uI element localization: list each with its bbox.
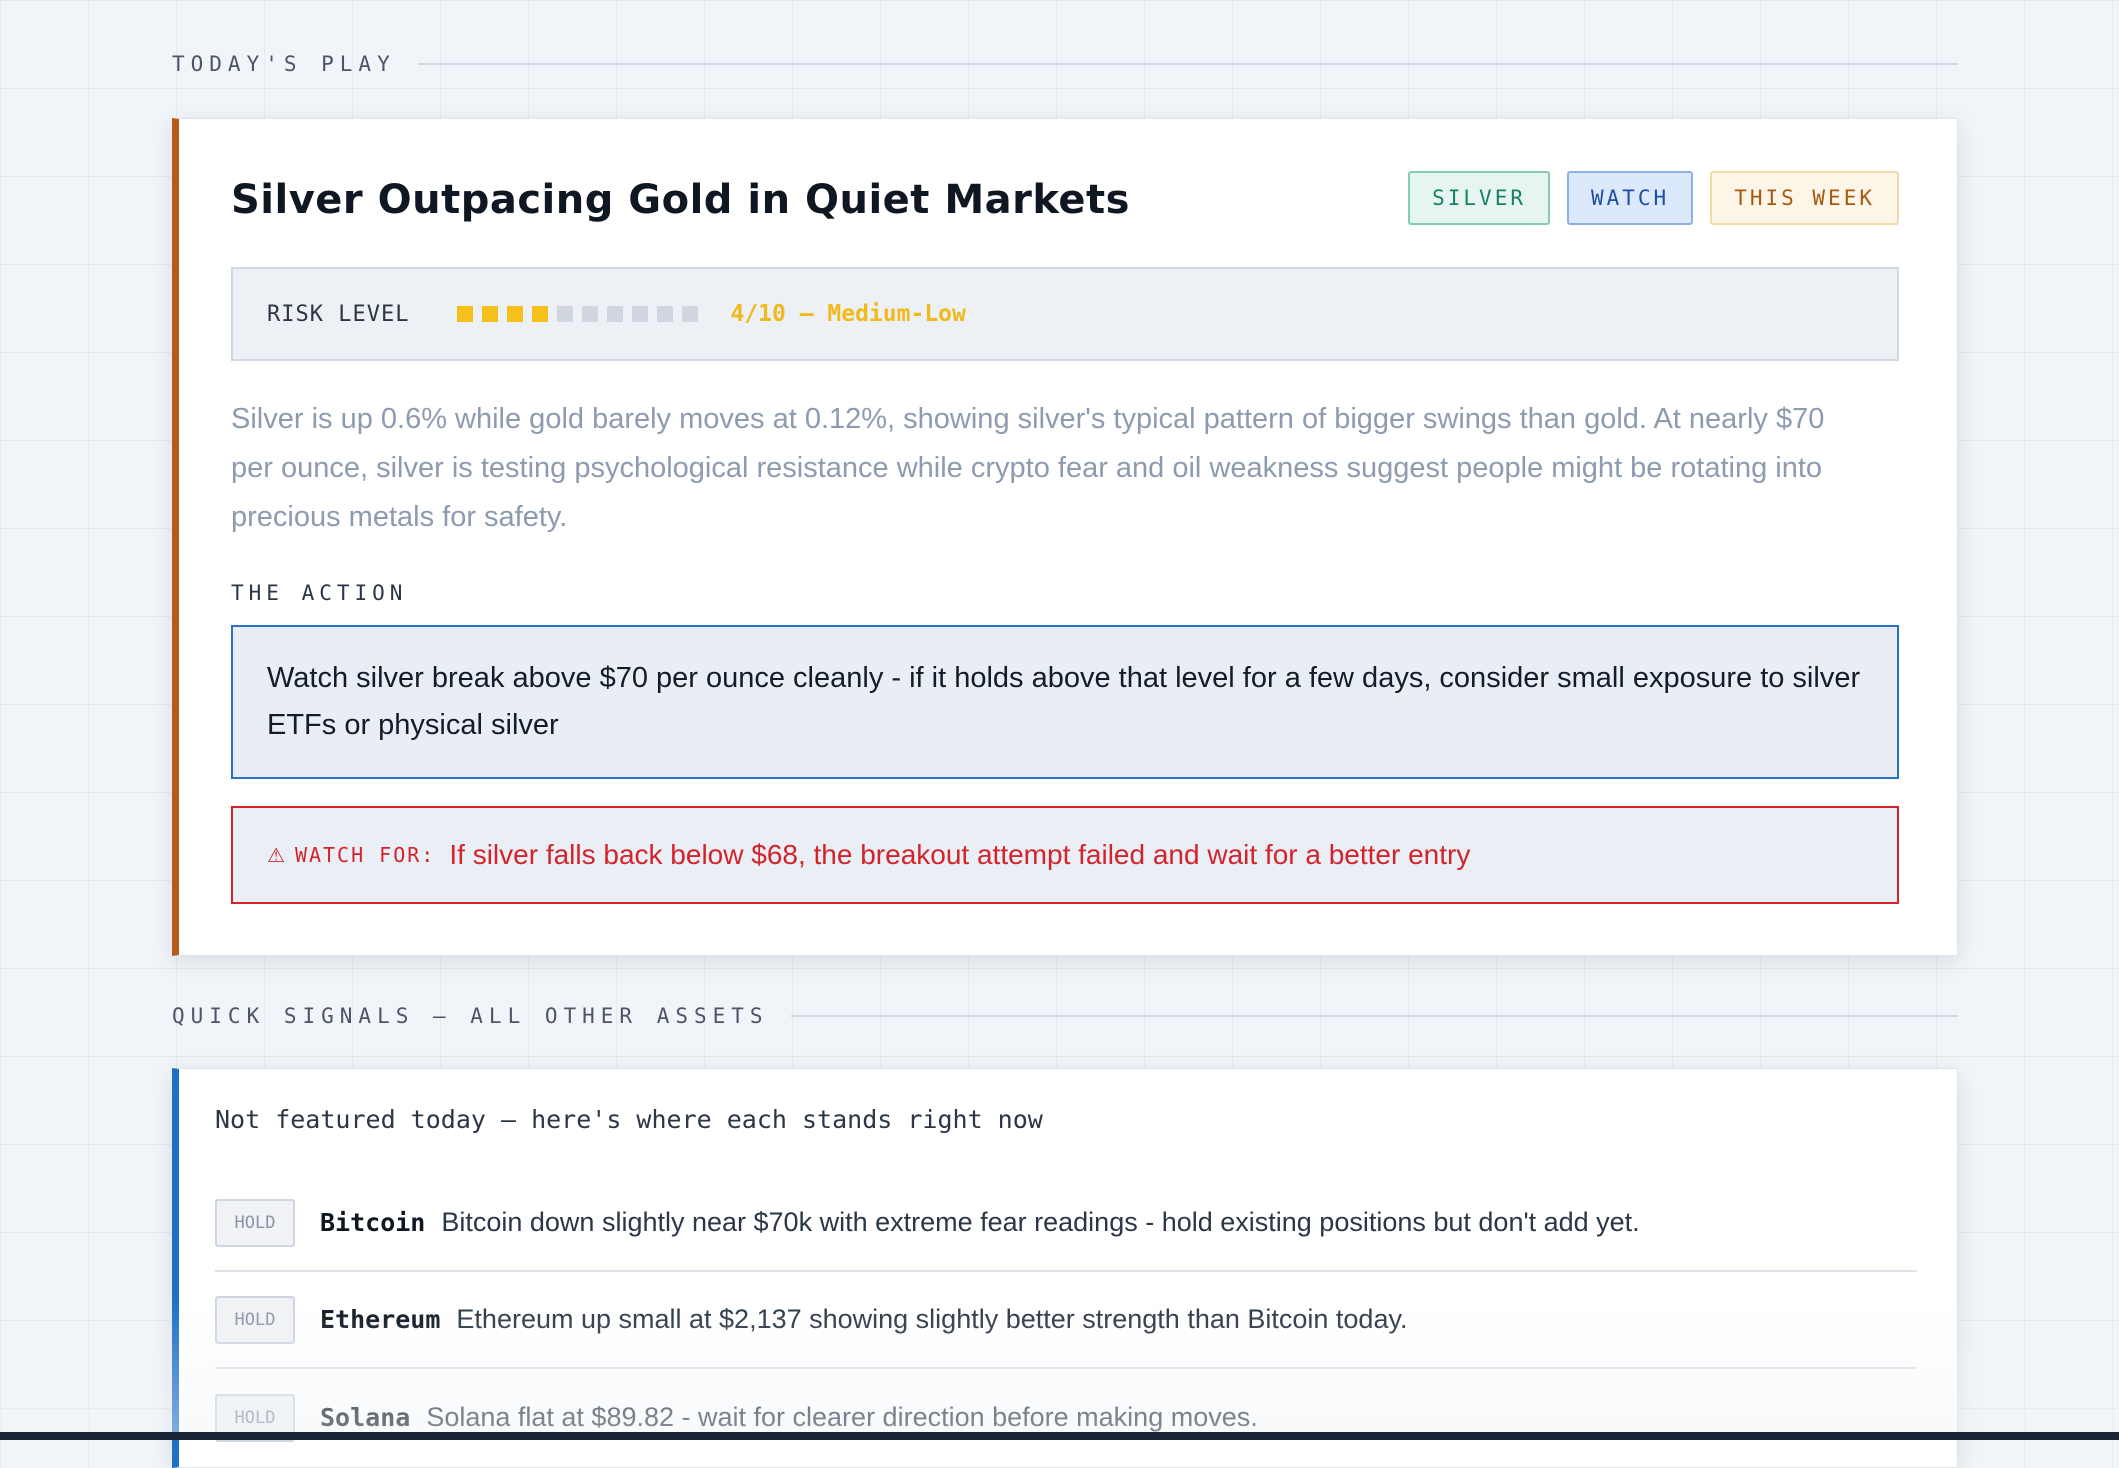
section-divider (417, 63, 1958, 65)
signals-intro: Not featured today — here's where each s… (215, 1105, 1043, 1134)
section-label-todays-play: TODAY'S PLAY (172, 52, 1958, 76)
section-label-text: TODAY'S PLAY (172, 52, 396, 76)
warning-icon: ⚠ (267, 843, 285, 867)
quick-signals-card: Not featured today — here's where each s… (172, 1068, 1958, 1468)
risk-segment-filled (457, 306, 474, 322)
action-box: Watch silver break above $70 per ounce c… (231, 625, 1899, 779)
tag-stance: WATCH (1566, 171, 1694, 225)
signals-list: HOLD Bitcoin Bitcoin down slightly near … (215, 1175, 1917, 1466)
watch-for-text: If silver falls back below $68, the brea… (449, 839, 1471, 870)
section-label-text: QUICK SIGNALS — ALL OTHER ASSETS (172, 1004, 769, 1028)
tag-timeframe: THIS WEEK (1710, 171, 1899, 225)
section-label-quick-signals: QUICK SIGNALS — ALL OTHER ASSETS (172, 1004, 1958, 1028)
risk-level-panel: RISK LEVEL 4/10 — Medium-Low (231, 267, 1899, 361)
signal-text: Ethereum up small at $2,137 showing slig… (456, 1304, 1408, 1334)
risk-segment-empty (657, 306, 674, 322)
section-divider (790, 1015, 1958, 1017)
risk-segment-filled (482, 306, 499, 322)
signal-asset-name: Ethereum (320, 1305, 441, 1334)
taskbar-edge (0, 1432, 2119, 1440)
signal-badge: HOLD (215, 1295, 295, 1344)
risk-level-meter (457, 306, 699, 322)
signal-text: Solana flat at $89.82 - wait for clearer… (426, 1402, 1258, 1432)
todays-play-card: Silver Outpacing Gold in Quiet Markets S… (172, 118, 1958, 956)
signal-asset-name: Bitcoin (320, 1208, 426, 1237)
signal-row-solana: HOLD Solana Solana flat at $89.82 - wait… (215, 1369, 1917, 1466)
risk-segment-empty (557, 306, 574, 322)
play-summary: Silver is up 0.6% while gold barely move… (231, 403, 1825, 533)
risk-segment-empty (582, 306, 599, 322)
action-label: THE ACTION (231, 581, 408, 605)
risk-segment-empty (607, 306, 624, 322)
risk-segment-filled (532, 306, 549, 322)
tag-asset: SILVER (1408, 171, 1550, 225)
risk-segment-filled (507, 306, 524, 322)
signal-text: Bitcoin down slightly near $70k with ext… (441, 1207, 1640, 1237)
risk-level-label: RISK LEVEL (267, 301, 410, 327)
signal-asset-name: Solana (320, 1403, 411, 1432)
play-tags: SILVER WATCH THIS WEEK (1408, 171, 1899, 225)
watch-for-box: ⚠ WATCH FOR: If silver falls back below … (231, 806, 1899, 904)
risk-segment-empty (632, 306, 649, 322)
play-title: Silver Outpacing Gold in Quiet Markets (231, 177, 1130, 223)
watch-for-label: WATCH FOR: (294, 843, 436, 867)
risk-level-value: 4/10 — Medium-Low (730, 301, 966, 327)
action-text: Watch silver break above $70 per ounce c… (267, 662, 1861, 741)
signal-row-ethereum: HOLD Ethereum Ethereum up small at $2,13… (215, 1272, 1917, 1369)
signal-badge: HOLD (215, 1198, 295, 1247)
signal-row-bitcoin: HOLD Bitcoin Bitcoin down slightly near … (215, 1175, 1917, 1272)
risk-segment-empty (682, 306, 699, 322)
